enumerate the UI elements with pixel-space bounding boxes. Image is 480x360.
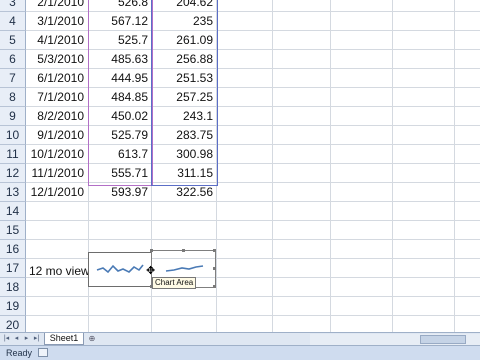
- value-cell[interactable]: 322.56: [151, 183, 213, 201]
- prev-sheet-icon[interactable]: ◂: [12, 334, 21, 344]
- row-header[interactable]: 8: [0, 88, 26, 107]
- resize-handle[interactable]: [213, 267, 216, 270]
- resize-handle[interactable]: [182, 249, 185, 252]
- row-header[interactable]: 9: [0, 107, 26, 126]
- last-sheet-icon[interactable]: ▸|: [32, 334, 41, 344]
- date-cell[interactable]: 6/1/2010: [26, 69, 84, 87]
- sparkline-1-svg: [96, 264, 144, 274]
- row-number: 4: [9, 14, 16, 28]
- row-header[interactable]: 14: [0, 202, 26, 221]
- row-number: 3: [9, 0, 16, 9]
- value-cell[interactable]: 283.75: [151, 126, 213, 144]
- row-number: 9: [9, 109, 16, 123]
- insert-sheet-icon[interactable]: ⊕: [86, 334, 98, 344]
- value-cell[interactable]: 300.98: [151, 145, 213, 163]
- resize-handle[interactable]: [213, 249, 216, 252]
- table-row: [26, 316, 480, 332]
- row-header[interactable]: 6: [0, 50, 26, 69]
- date-cell[interactable]: 3/1/2010: [26, 12, 84, 30]
- value-cell[interactable]: 204.62: [151, 0, 213, 11]
- value-cell[interactable]: 256.88: [151, 50, 213, 68]
- horizontal-scroll-thumb[interactable]: [420, 335, 466, 344]
- value-cell[interactable]: 484.85: [88, 88, 148, 106]
- value-cell[interactable]: 311.15: [151, 164, 213, 182]
- row-number: 20: [5, 318, 20, 332]
- date-cell[interactable]: 7/1/2010: [26, 88, 84, 106]
- date-cell[interactable]: 11/1/2010: [26, 164, 85, 182]
- value-cell[interactable]: 243.1: [151, 107, 213, 125]
- row-number: 13: [5, 185, 20, 199]
- row-number: 12: [5, 166, 20, 180]
- date-cell[interactable]: 8/2/2010: [26, 107, 84, 125]
- value-cell[interactable]: 525.79: [88, 126, 148, 144]
- row-header[interactable]: 17: [0, 259, 26, 278]
- date-cell[interactable]: 4/1/2010: [26, 31, 84, 49]
- value-cell[interactable]: 450.02: [88, 107, 148, 125]
- value-cell[interactable]: 525.7: [88, 31, 148, 49]
- horizontal-scrollbar[interactable]: [310, 334, 480, 345]
- value-cell[interactable]: 593.97: [88, 183, 148, 201]
- row-header[interactable]: 18: [0, 278, 26, 297]
- row-number: 11: [6, 147, 19, 161]
- sparkline-2-line: [165, 265, 204, 272]
- value-cell[interactable]: 567.12: [88, 12, 148, 30]
- row-header[interactable]: 10: [0, 126, 26, 145]
- row-header[interactable]: 16: [0, 240, 26, 259]
- row-number: 7: [9, 71, 16, 85]
- date-cell[interactable]: 12/1/2010: [26, 183, 84, 201]
- table-row: [26, 221, 480, 240]
- sparkline-1-line: [96, 264, 144, 274]
- status-bar: Ready: [0, 345, 480, 360]
- resize-handle[interactable]: [150, 249, 153, 252]
- sparkline-label: 12 mo view: [29, 264, 90, 278]
- row-number: 19: [5, 299, 20, 313]
- row-number: 5: [9, 33, 16, 47]
- table-row: [26, 202, 480, 221]
- value-cell[interactable]: 257.25: [151, 88, 213, 106]
- row-header[interactable]: 5: [0, 31, 26, 50]
- value-cell[interactable]: 555.71: [88, 164, 148, 182]
- row-header[interactable]: 19: [0, 297, 26, 316]
- row-header[interactable]: 7: [0, 69, 26, 88]
- move-cursor-icon: ✥: [146, 265, 156, 277]
- resize-handle[interactable]: [213, 285, 216, 288]
- row-header[interactable]: 11: [0, 145, 26, 164]
- worksheet-grid[interactable]: 3 2/1/2010 526.8 204.62 4 3/1/2010 567.12 235 5 4…: [0, 0, 480, 332]
- row-header[interactable]: 3: [0, 0, 26, 12]
- row-number: 16: [5, 242, 20, 256]
- date-cell[interactable]: 9/1/2010: [26, 126, 84, 144]
- chart-area-tooltip: Chart Area: [152, 277, 197, 289]
- next-sheet-icon[interactable]: ▸: [22, 334, 31, 344]
- row-number: 15: [5, 223, 20, 237]
- date-cell[interactable]: 5/3/2010: [26, 50, 84, 68]
- row-number: 18: [5, 280, 20, 294]
- row-number: 17: [5, 261, 20, 275]
- row-number: 6: [9, 52, 16, 66]
- sheet-tab-bar: |◂ ◂ ▸ ▸| Sheet1 ⊕: [0, 332, 480, 345]
- macro-record-icon[interactable]: [38, 348, 48, 357]
- value-cell[interactable]: 526.8: [88, 0, 148, 11]
- tab-sheet1[interactable]: Sheet1: [44, 333, 84, 345]
- sparkline-chart-1[interactable]: [88, 252, 152, 287]
- value-cell[interactable]: 444.95: [88, 69, 148, 87]
- row-header[interactable]: 15: [0, 221, 26, 240]
- value-cell[interactable]: 613.7: [88, 145, 148, 163]
- date-cell[interactable]: 2/1/2010: [26, 0, 84, 11]
- status-text: Ready: [6, 348, 33, 358]
- date-cell[interactable]: 10/1/2010: [26, 145, 84, 163]
- row-number: 8: [9, 90, 16, 104]
- value-cell[interactable]: 261.09: [151, 31, 213, 49]
- table-row: [26, 297, 480, 316]
- row-header[interactable]: 20: [0, 316, 26, 332]
- row-header[interactable]: 4: [0, 12, 26, 31]
- row-header[interactable]: 13: [0, 183, 26, 202]
- value-cell[interactable]: 485.63: [88, 50, 148, 68]
- row-header[interactable]: 12: [0, 164, 26, 183]
- value-cell[interactable]: 251.53: [151, 69, 213, 87]
- value-cell[interactable]: 235: [151, 12, 213, 30]
- row-number: 10: [5, 128, 20, 142]
- row-number: 14: [5, 204, 20, 218]
- first-sheet-icon[interactable]: |◂: [2, 334, 11, 344]
